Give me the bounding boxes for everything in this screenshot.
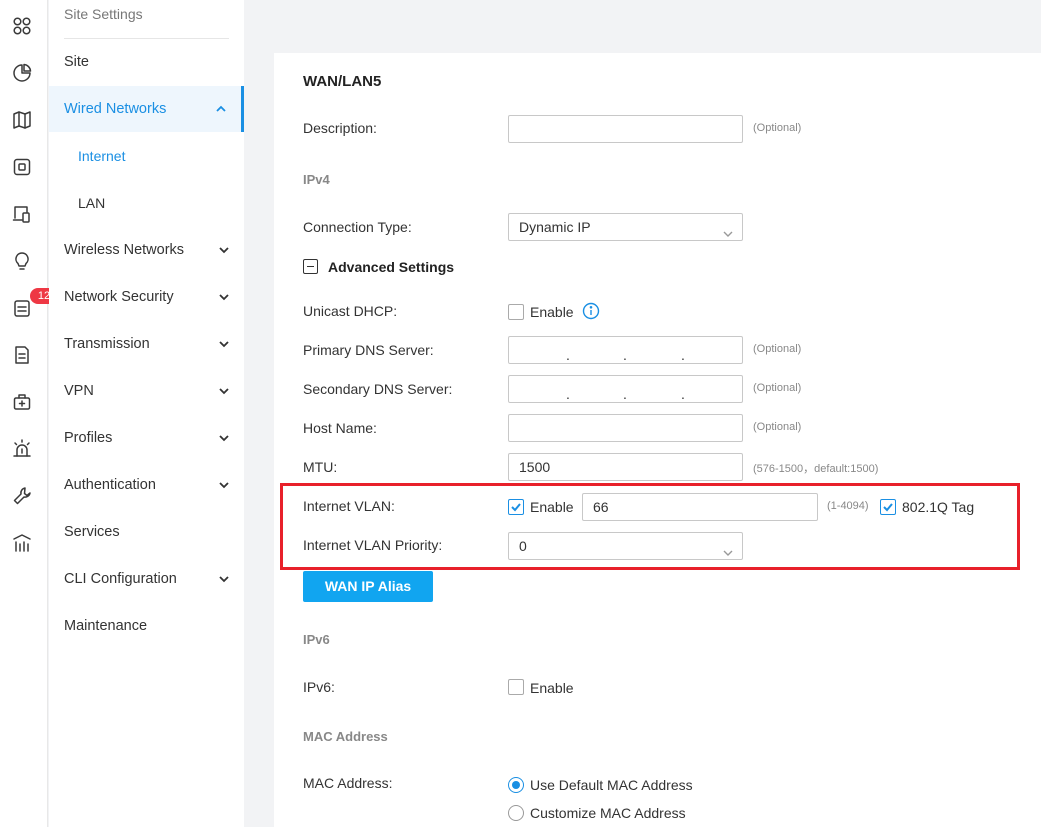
chevron-down-icon [218,338,230,350]
icon-rail: 12 [0,0,58,827]
ipv6-checkbox[interactable] [508,679,524,695]
nav-item-network-security[interactable]: Network Security [49,274,244,320]
unicast-dhcp-enable-label: Enable [530,304,574,320]
nav-item-label: Wireless Networks [64,242,185,258]
chevron-down-icon [218,432,230,444]
ip-separator: . [681,347,685,363]
connection-type-select[interactable]: Dynamic IP [508,213,743,241]
settings-nav: Site Settings Site Wired Networks Intern… [49,0,244,827]
nav-header: Site Settings [64,6,229,39]
nav-item-label: CLI Configuration [64,571,177,587]
ip-separator: . [681,386,685,402]
nav-item-wired-networks[interactable]: Wired Networks [49,86,244,132]
host-name-label: Host Name: [303,420,377,436]
ip-separator: . [623,347,627,363]
highlight-box [280,483,1020,570]
primary-dns-input[interactable]: . . . [508,336,743,364]
chevron-down-icon [218,385,230,397]
primary-dns-label: Primary DNS Server: [303,342,434,358]
wrench-icon[interactable] [10,484,34,508]
nav-item-maintenance[interactable]: Maintenance [49,603,244,649]
mtu-label: MTU: [303,459,338,475]
description-input[interactable] [508,115,743,143]
secondary-dns-hint: (Optional) [753,382,802,394]
insight-icon[interactable] [10,531,34,555]
ip-separator: . [566,386,570,402]
nav-item-label: Profiles [64,430,113,446]
chevron-down-icon [218,244,230,256]
nav-item-label: Services [64,524,120,540]
ipv6-enable-label: Enable [530,680,574,696]
host-name-input[interactable] [508,414,743,442]
secondary-dns-label: Secondary DNS Server: [303,381,453,397]
chevron-down-icon [218,291,230,303]
description-hint: (Optional) [753,122,802,134]
host-name-hint: (Optional) [753,421,802,433]
wan-settings-panel: WAN/LAN5 Description: (Optional) IPv4 Co… [274,53,1041,827]
document-icon[interactable] [10,343,34,367]
nav-item-internet[interactable]: Internet [49,133,244,179]
collapse-icon[interactable] [303,259,318,274]
mac-default-label: Use Default MAC Address [530,777,693,793]
chevron-up-icon [215,103,227,115]
nav-item-label: Maintenance [64,618,148,634]
toolbox-icon[interactable] [10,390,34,414]
advanced-settings-toggle[interactable]: Advanced Settings [328,259,454,275]
mtu-input[interactable]: 1500 [508,453,743,481]
nav-item-profiles[interactable]: Profiles [49,415,244,461]
pie-chart-icon[interactable] [10,61,34,85]
nav-item-authentication[interactable]: Authentication [49,462,244,508]
map-icon[interactable] [10,108,34,132]
ipv4-section-title: IPv4 [303,172,330,187]
secondary-dns-input[interactable]: . . . [508,375,743,403]
nav-item-label: Wired Networks [64,101,167,117]
alarm-icon[interactable] [10,437,34,461]
nav-item-label: VPN [64,383,94,399]
unicast-dhcp-checkbox[interactable] [508,304,524,320]
mac-custom-label: Customize MAC Address [530,805,686,821]
chevron-down-icon [218,479,230,491]
nav-item-label: Internet [78,148,126,164]
primary-dns-hint: (Optional) [753,343,802,355]
nav-item-label: LAN [78,195,106,211]
mac-default-radio[interactable] [508,777,524,793]
device-icon[interactable] [10,155,34,179]
nav-item-lan[interactable]: LAN [49,180,244,226]
connection-type-label: Connection Type: [303,219,412,235]
mac-section-title: MAC Address [303,729,388,744]
nav-item-label: Network Security [64,289,174,305]
description-label: Description: [303,120,377,136]
nav-item-label: Site [64,54,89,70]
ipv6-section-title: IPv6 [303,632,330,647]
apps-icon[interactable] [10,14,34,38]
nav-item-vpn[interactable]: VPN [49,368,244,414]
nav-item-label: Transmission [64,336,150,352]
info-icon[interactable] [582,302,600,320]
mac-address-label: MAC Address: [303,775,393,791]
nav-item-services[interactable]: Services [49,509,244,555]
devices-icon[interactable] [10,202,34,226]
page-title: WAN/LAN5 [303,73,382,90]
mtu-hint: (576-1500，default:1500) [753,463,879,475]
ip-separator: . [566,347,570,363]
nav-item-wireless-networks[interactable]: Wireless Networks [49,227,244,273]
nav-item-transmission[interactable]: Transmission [49,321,244,367]
nav-item-label: Authentication [64,477,156,493]
nav-item-cli-configuration[interactable]: CLI Configuration [49,556,244,602]
wan-ip-alias-button[interactable]: WAN IP Alias [303,571,433,602]
log-icon[interactable]: 12 [10,288,58,320]
ipv6-label: IPv6: [303,679,335,695]
connection-type-value: Dynamic IP [519,219,591,235]
mac-custom-radio[interactable] [508,805,524,821]
chevron-down-icon [218,573,230,585]
unicast-dhcp-label: Unicast DHCP: [303,303,398,319]
nav-item-site[interactable]: Site [49,39,244,85]
ip-separator: . [623,386,627,402]
bulb-icon[interactable] [10,249,34,273]
chevron-down-icon [722,222,734,237]
